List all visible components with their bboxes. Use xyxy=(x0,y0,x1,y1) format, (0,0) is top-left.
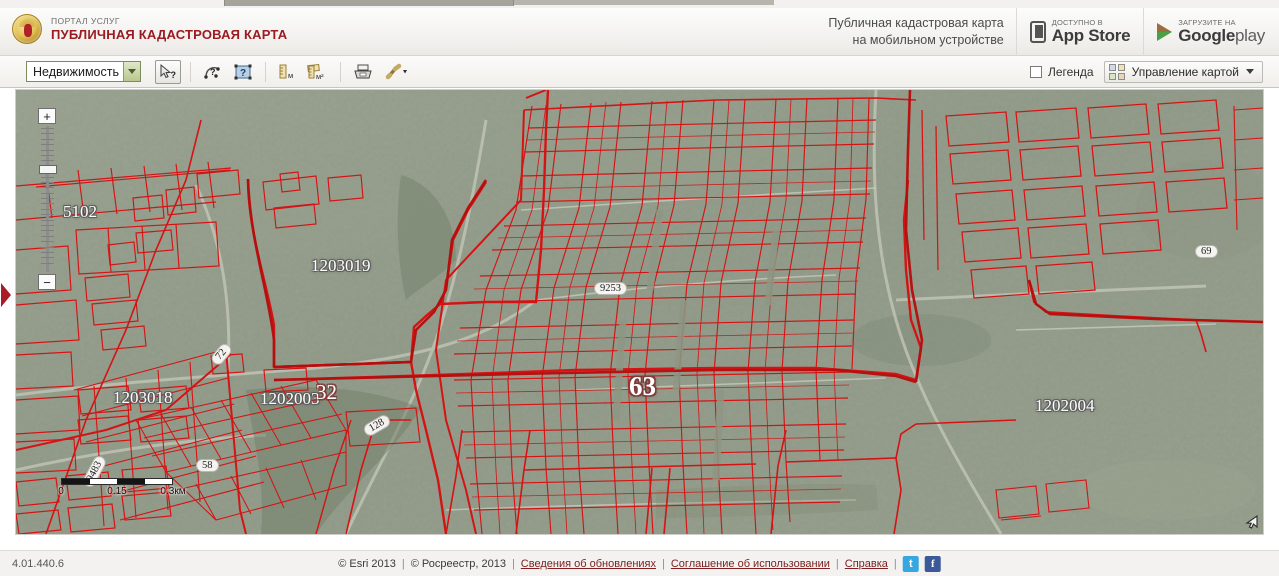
select-info-tool[interactable]: ? xyxy=(155,59,181,84)
mobile-promo-line1: Публичная кадастровая карта xyxy=(828,16,1004,31)
zoom-in-button[interactable]: + xyxy=(38,108,56,124)
zoom-slider-control[interactable]: + − xyxy=(38,108,62,290)
svg-text:м: м xyxy=(288,71,293,80)
scale-bar-segments xyxy=(61,478,173,485)
facebook-icon[interactable]: f xyxy=(924,555,941,572)
mobile-promo-line2: на мобильном устройстве xyxy=(852,33,1004,47)
cursor-question-icon: ? xyxy=(160,63,177,80)
separator: | xyxy=(401,557,405,570)
separator: | xyxy=(893,557,897,570)
polygon-question-icon: ? xyxy=(234,64,252,79)
brand-block[interactable]: ПОРТАЛ УСЛУГ ПУБЛИЧНАЯ КАДАСТРОВАЯ КАРТА xyxy=(12,14,287,44)
zoom-out-button[interactable]: − xyxy=(38,274,56,290)
toolbar-separator xyxy=(340,61,341,82)
portal-subtitle: ПОРТАЛ УСЛУГ xyxy=(51,15,120,26)
chevron-down-icon[interactable] xyxy=(1246,69,1254,74)
measure-area-tool[interactable]: м² xyxy=(305,60,331,84)
svg-text:?: ? xyxy=(171,70,177,80)
version-label: 4.01.440.6 xyxy=(12,557,64,570)
svg-text:?: ? xyxy=(210,67,216,77)
zoom-ticks xyxy=(41,128,54,270)
browser-tab[interactable] xyxy=(224,0,514,6)
google-play-big-label: Googleplay xyxy=(1178,25,1265,45)
resize-cursor-icon[interactable] xyxy=(1242,513,1260,531)
legend-toggle[interactable]: Легенда xyxy=(1029,64,1094,79)
map-control-dropdown[interactable]: Управление картой xyxy=(1103,60,1263,83)
map-viewport[interactable]: 5102 1203019 1203018 1202003 32 63 12020… xyxy=(15,89,1264,535)
toolbar-separator xyxy=(190,61,191,82)
russia-coat-of-arms-emblem xyxy=(12,14,42,44)
link-chain-icon xyxy=(385,63,407,79)
chevron-down-icon[interactable] xyxy=(123,62,140,81)
site-footer: 4.01.440.6 © Esri 2013 | © Росреестр, 20… xyxy=(0,550,1279,576)
separator: | xyxy=(835,557,839,570)
agreement-link[interactable]: Соглашение об использовании xyxy=(671,558,830,570)
print-tool[interactable] xyxy=(350,60,376,84)
separator: | xyxy=(662,557,665,570)
map-control-label: Управление картой xyxy=(1131,64,1239,79)
help-link[interactable]: Справка xyxy=(845,558,888,570)
polyline-query-tool[interactable]: ? xyxy=(200,60,226,84)
printer-icon xyxy=(354,64,372,78)
map-toolbar: Недвижимость ? ? ? м м² Легенда Управлен… xyxy=(0,56,1279,88)
parcel-label: 1203009 xyxy=(27,534,87,535)
google-play-button[interactable]: ЗАГРУЗИТЕ НА Googleplay xyxy=(1144,8,1279,56)
browser-chrome-sliver xyxy=(0,0,1279,8)
footer-links: © Esri 2013 | © Росреестр, 2013 | Сведен… xyxy=(338,555,941,572)
public-cadastral-map-app: ПОРТАЛ УСЛУГ ПУБЛИЧНАЯ КАДАСТРОВАЯ КАРТА… xyxy=(0,0,1279,576)
link-tool[interactable] xyxy=(380,60,414,84)
esri-copyright: © Esri 2013 xyxy=(338,557,396,570)
browser-tab-secondary[interactable] xyxy=(514,0,774,5)
iphone-icon xyxy=(1029,21,1046,43)
mobile-promo: Публичная кадастровая карта на мобильном… xyxy=(818,8,1279,56)
separator: | xyxy=(511,557,515,570)
layer-select[interactable]: Недвижимость xyxy=(26,61,141,82)
map-canvas[interactable] xyxy=(16,90,1263,534)
site-header: ПОРТАЛ УСЛУГ ПУБЛИЧНАЯ КАДАСТРОВАЯ КАРТА… xyxy=(0,8,1279,56)
left-panel-expander[interactable] xyxy=(0,280,13,310)
google-play-word: Google xyxy=(1178,25,1235,45)
scale-bar: 0 0.15 0.3км xyxy=(58,478,186,498)
ruler-length-icon: м xyxy=(279,64,293,80)
app-store-big-label: App Store xyxy=(1051,25,1131,45)
layers-grid-icon xyxy=(1108,63,1125,80)
ruler-area-icon: м² xyxy=(307,63,324,81)
polygon-query-tool[interactable]: ? xyxy=(230,60,256,84)
legend-label: Легенда xyxy=(1047,64,1094,79)
scale-tick-label: 0 xyxy=(58,486,64,497)
google-play-triangle-icon xyxy=(1157,23,1173,41)
svg-text:м²: м² xyxy=(316,72,324,81)
zoom-thumb[interactable] xyxy=(39,165,57,174)
svg-text:?: ? xyxy=(240,68,246,79)
aerial-imagery-with-cadastral-parcels xyxy=(16,90,1263,534)
app-store-button[interactable]: Доступно в App Store xyxy=(1017,8,1145,56)
page-title: ПУБЛИЧНАЯ КАДАСТРОВАЯ КАРТА xyxy=(51,26,288,42)
twitter-icon[interactable]: t xyxy=(902,555,919,572)
scale-tick-label: 0.3км xyxy=(160,486,186,497)
mobile-promo-text: Публичная кадастровая карта на мобильном… xyxy=(818,8,1017,56)
legend-checkbox[interactable] xyxy=(1029,65,1042,78)
rosreestr-copyright: © Росреестр, 2013 xyxy=(410,557,506,570)
polyline-question-icon: ? xyxy=(204,67,220,79)
scale-tick-label: 0.15 xyxy=(107,486,127,497)
measure-length-tool[interactable]: м xyxy=(275,60,301,84)
toolbar-separator xyxy=(265,61,266,82)
updates-link[interactable]: Сведения об обновлениях xyxy=(521,558,656,570)
layer-select-value: Недвижимость xyxy=(33,64,119,79)
google-play-word-light: play xyxy=(1235,25,1265,45)
